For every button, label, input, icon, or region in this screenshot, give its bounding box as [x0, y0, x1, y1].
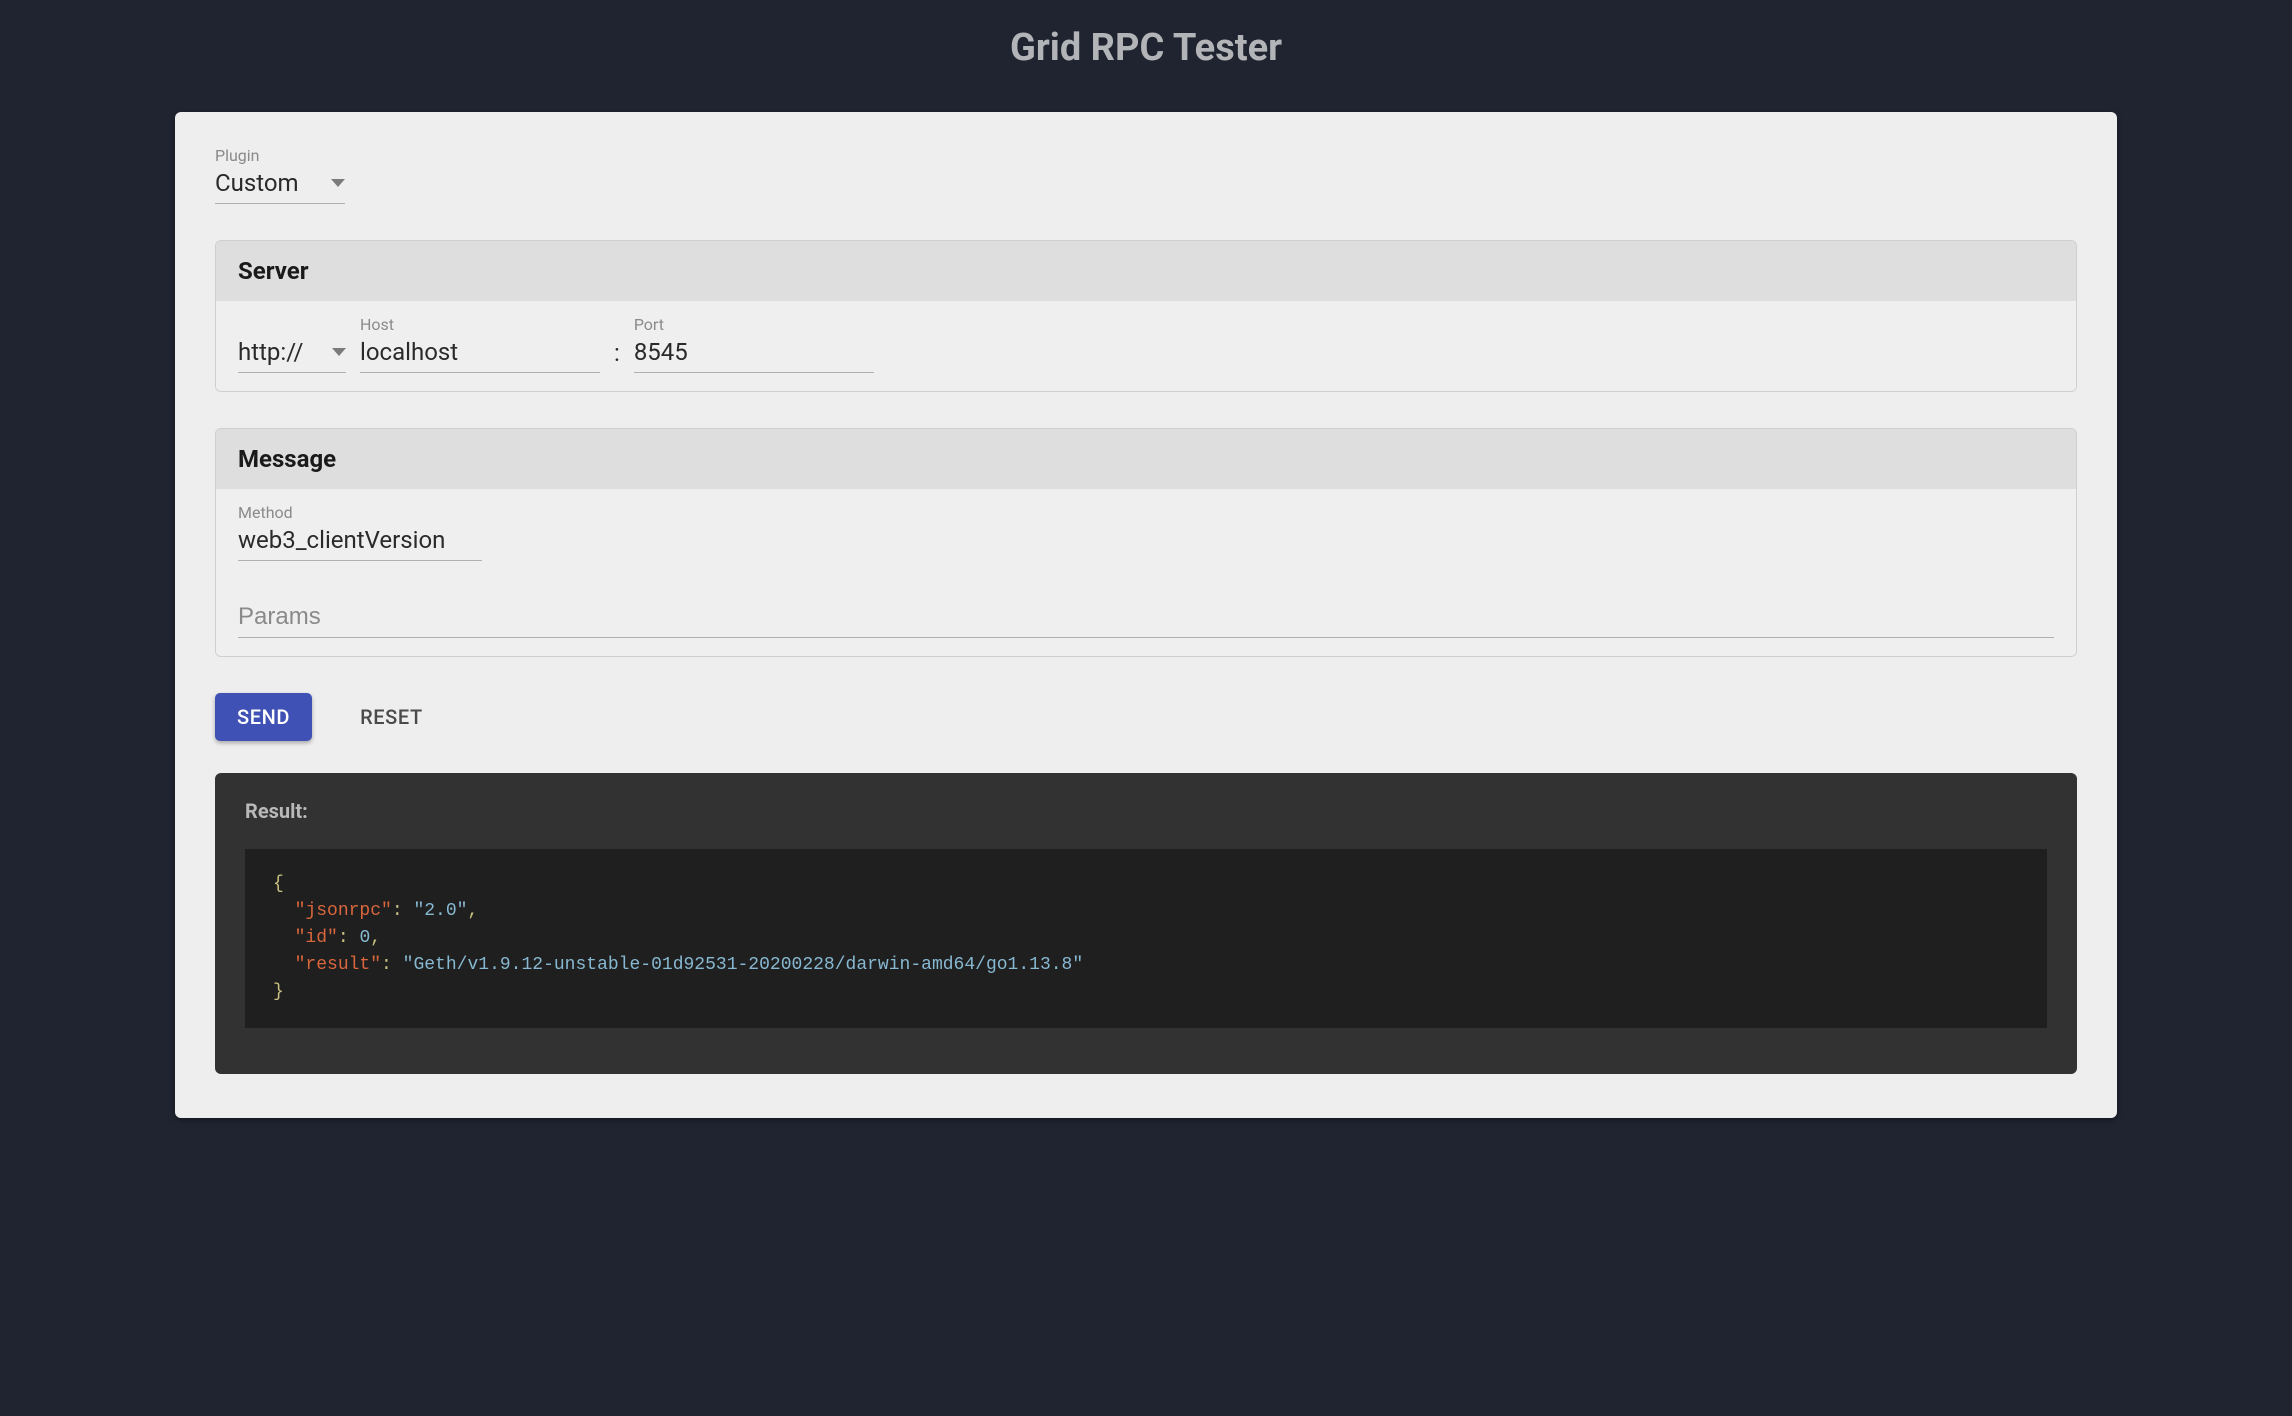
reset-button[interactable]: Reset — [338, 693, 445, 741]
port-input[interactable] — [634, 336, 874, 373]
json-key-jsonrpc: "jsonrpc" — [295, 901, 392, 921]
protocol-select[interactable]: http:// — [238, 336, 346, 373]
protocol-field: http:// — [238, 336, 346, 373]
host-port-separator: : — [614, 339, 620, 373]
main-card: Plugin Custom Server http:// Host : — [175, 112, 2117, 1118]
json-val-jsonrpc: 2.0 — [424, 901, 456, 921]
server-panel: Server http:// Host : Port — [215, 240, 2077, 392]
json-key-id: "id" — [295, 928, 338, 948]
button-row: Send Reset — [215, 693, 2077, 741]
message-panel-header: Message — [216, 429, 2076, 489]
json-val-id: 0 — [359, 928, 370, 948]
result-code: { "jsonrpc": "2.0", "id": 0, "result": "… — [245, 849, 2047, 1028]
json-key-result: "result" — [295, 955, 381, 975]
plugin-value: Custom — [215, 169, 299, 197]
server-panel-header: Server — [216, 241, 2076, 301]
method-input[interactable] — [238, 524, 482, 561]
chevron-down-icon — [332, 348, 346, 356]
host-input[interactable] — [360, 336, 600, 373]
message-panel: Message Method — [215, 428, 2077, 657]
method-label: Method — [238, 503, 2054, 522]
result-label: Result: — [245, 799, 2047, 823]
json-val-result: Geth/v1.9.12-unstable-01d92531-20200228/… — [413, 955, 1072, 975]
plugin-field: Plugin Custom — [215, 146, 2077, 204]
method-field: Method — [238, 503, 2054, 601]
protocol-value: http:// — [238, 338, 303, 366]
result-panel: Result: { "jsonrpc": "2.0", "id": 0, "re… — [215, 773, 2077, 1074]
plugin-select[interactable]: Custom — [215, 167, 345, 204]
host-label: Host — [360, 315, 600, 334]
chevron-down-icon — [331, 179, 345, 187]
port-label: Port — [634, 315, 874, 334]
host-field: Host — [360, 315, 600, 373]
send-button[interactable]: Send — [215, 693, 312, 741]
port-field: Port — [634, 315, 874, 373]
params-input[interactable] — [238, 601, 2054, 638]
page-title: Grid RPC Tester — [0, 0, 2292, 70]
plugin-label: Plugin — [215, 146, 2077, 165]
